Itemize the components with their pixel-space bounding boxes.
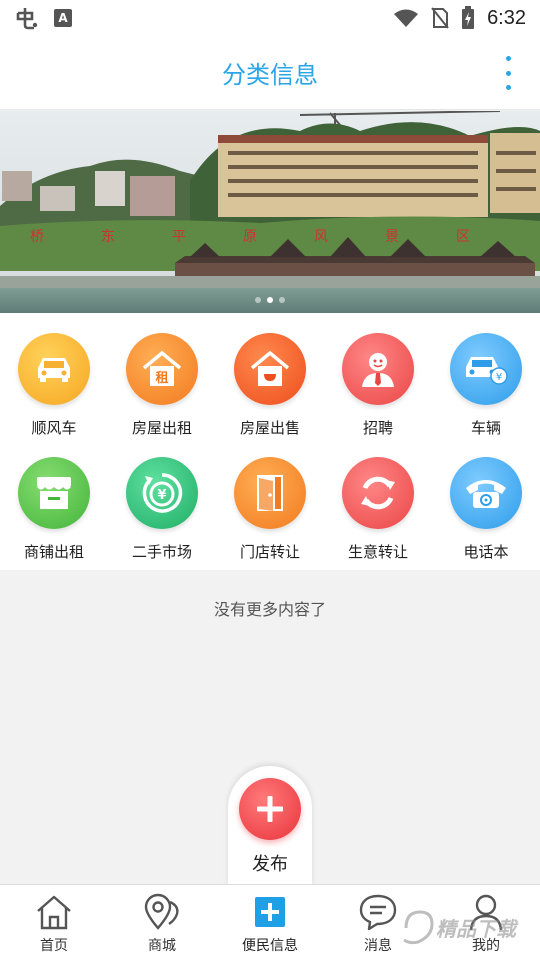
- plus-icon: [239, 778, 301, 840]
- nav-item-convenience-info[interactable]: 便民信息: [216, 885, 324, 960]
- category-store-transfer[interactable]: 门店转让: [216, 457, 324, 562]
- category-business-transfer[interactable]: 生意转让: [324, 457, 432, 562]
- category-recruit[interactable]: 招聘: [324, 333, 432, 438]
- category-ride-share[interactable]: 顺风车: [0, 333, 108, 438]
- category-house-sale[interactable]: 房屋出售: [216, 333, 324, 438]
- banner-carousel[interactable]: 桥 东 平 原 风 景 区: [0, 111, 540, 313]
- app-header: 分类信息: [0, 36, 540, 110]
- watermark-logo: 精品下载: [403, 910, 519, 945]
- status-time: 6:32: [487, 6, 526, 29]
- location-icon: [142, 892, 182, 932]
- category-label: 门店转让: [239, 543, 300, 561]
- a-badge-icon: A: [54, 9, 72, 27]
- publish-label: 发布: [252, 854, 288, 875]
- phone-icon: [450, 457, 522, 529]
- bug-icon: [16, 8, 38, 30]
- nav-label: 首页: [40, 938, 68, 954]
- category-label: 车辆: [470, 419, 501, 437]
- battery-charging-icon: [462, 6, 475, 29]
- no-sim-icon: [431, 7, 449, 29]
- nav-label: 商城: [148, 938, 176, 954]
- vehicle-icon: ¥: [450, 333, 522, 405]
- wifi-icon: [394, 9, 419, 27]
- car-icon: [18, 333, 90, 405]
- house-sale-icon: [234, 333, 306, 405]
- home-icon: [34, 892, 74, 932]
- shop-icon: [18, 457, 90, 529]
- category-label: 商铺出租: [23, 543, 84, 561]
- category-grid: 顺风车 租 房屋出租 房屋出售 招聘 ¥ 车辆 商铺出租 ¥ 二手市场 门店转让…: [0, 313, 540, 570]
- category-label: 招聘: [362, 419, 393, 437]
- nav-label: 便民信息: [242, 938, 298, 954]
- recruit-icon: [342, 333, 414, 405]
- no-more-content-text: 没有更多内容了: [213, 600, 326, 619]
- category-label: 电话本: [463, 543, 509, 561]
- category-shop-rent[interactable]: 商铺出租: [0, 457, 108, 562]
- svg-text:¥: ¥: [496, 372, 502, 383]
- watermark-text: 精品下载: [436, 917, 519, 941]
- banner-image: 桥 东 平 原 风 景 区: [0, 111, 540, 313]
- transfer-icon: [342, 457, 414, 529]
- plus-square-icon: [250, 892, 290, 932]
- category-house-rent[interactable]: 租 房屋出租: [108, 333, 216, 438]
- page-title: 分类信息: [222, 61, 318, 89]
- status-bar: A 6:32: [0, 0, 540, 36]
- category-label: 二手市场: [131, 543, 192, 561]
- category-label: 房屋出售: [239, 419, 300, 437]
- message-icon: [358, 892, 398, 932]
- nav-item-home[interactable]: 首页: [0, 885, 108, 960]
- nav-item-mall[interactable]: 商城: [108, 885, 216, 960]
- svg-text:租: 租: [155, 371, 168, 386]
- category-phonebook[interactable]: 电话本: [432, 457, 540, 562]
- door-icon: [234, 457, 306, 529]
- second-hand-icon: ¥: [126, 457, 198, 529]
- more-vertical-icon[interactable]: [500, 56, 516, 90]
- nav-label: 消息: [364, 938, 392, 954]
- house-rent-icon: 租: [126, 333, 198, 405]
- category-second-hand[interactable]: ¥ 二手市场: [108, 457, 216, 562]
- category-label: 房屋出租: [131, 419, 192, 437]
- svg-text:¥: ¥: [157, 488, 166, 503]
- category-label: 顺风车: [31, 419, 77, 437]
- category-vehicle[interactable]: ¥ 车辆: [432, 333, 540, 438]
- publish-button[interactable]: 发布: [228, 766, 312, 886]
- category-label: 生意转让: [347, 543, 408, 561]
